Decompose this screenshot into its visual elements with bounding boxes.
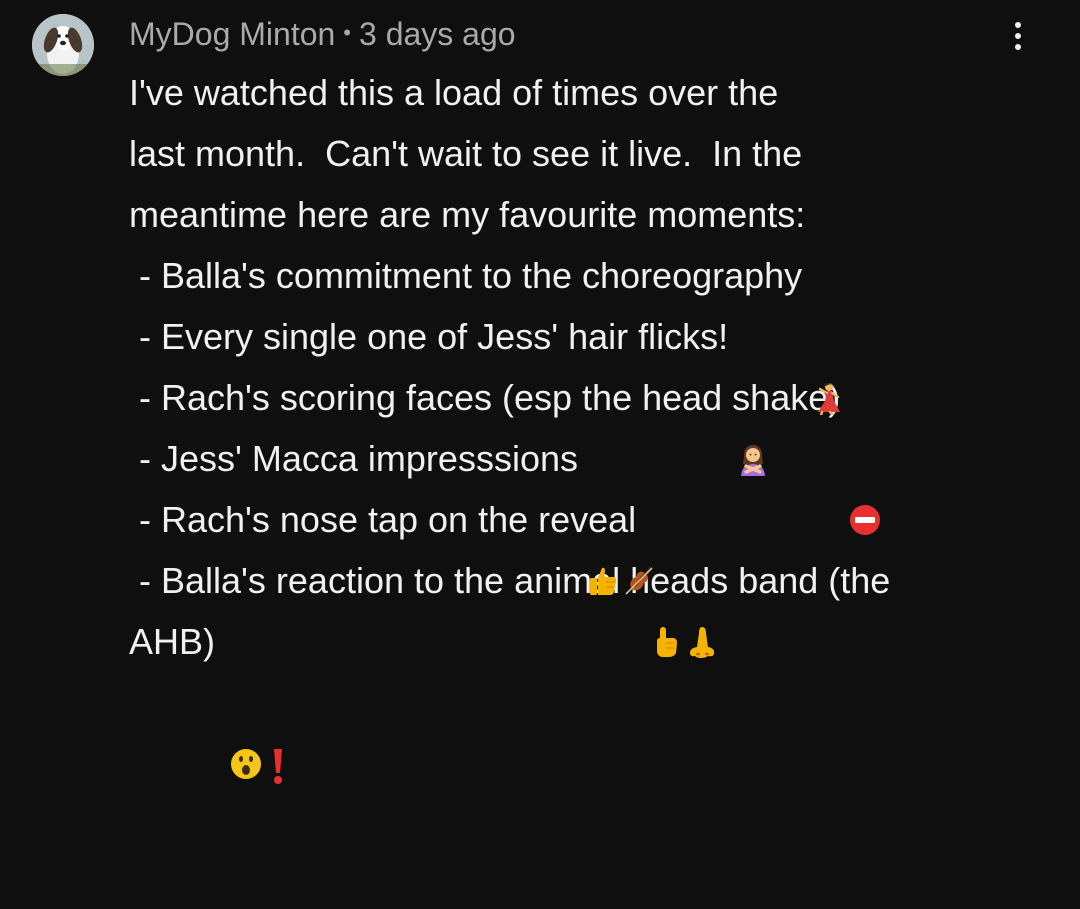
line-text: - Rach's nose tap on the reveal — [129, 499, 637, 540]
separator-dot: • — [343, 20, 351, 45]
line-text: - Jess' Macca impresssions — [129, 438, 578, 479]
person-gesturing-no-emoji-icon — [736, 320, 770, 476]
kebab-dot — [1015, 22, 1021, 28]
comment-line: - Rach's scoring faces (esp the head sha… — [129, 367, 1029, 535]
red-exclamation-emoji-icon — [267, 625, 289, 784]
astonished-face-emoji-icon — [229, 625, 263, 779]
thumbs-up-emoji-icon — [586, 442, 620, 595]
comment-timestamp[interactable]: 3 days ago — [359, 16, 516, 53]
line-text: - Every single one of Jess' hair flicks! — [129, 316, 729, 357]
comment-line: meantime here are my favourite moments: — [129, 184, 1029, 245]
violin-emoji-icon — [622, 442, 656, 595]
pointing-up-emoji-icon — [648, 503, 682, 657]
kebab-dot — [1015, 44, 1021, 50]
comment-header: MyDog Minton • 3 days ago — [129, 14, 516, 54]
dog-avatar-icon — [32, 14, 94, 76]
comment-line: - Balla's reaction to the animal heads b… — [129, 550, 1029, 611]
dancer-emoji-icon — [810, 259, 844, 415]
line-text: last month. Can't wait to see it live. I… — [129, 133, 803, 174]
line-text: meantime here are my favourite moments: — [129, 194, 806, 235]
line-text: AHB) — [129, 621, 216, 662]
comment-thread-item: MyDog Minton • 3 days ago I've watched t… — [0, 0, 1080, 784]
author-name[interactable]: MyDog Minton — [129, 16, 335, 53]
comment-line: I've watched this a load of times over t… — [129, 62, 1029, 123]
comment-text: I've watched this a load of times over t… — [129, 62, 1029, 784]
line-text: - Rach's scoring faces (esp the head sha… — [129, 377, 841, 418]
author-avatar[interactable] — [32, 14, 94, 76]
nose-emoji-icon — [686, 503, 720, 658]
comment-line: last month. Can't wait to see it live. I… — [129, 123, 1029, 184]
comment-line: - Every single one of Jess' hair flicks! — [129, 306, 1029, 476]
line-text: - Balla's commitment to the choreography — [129, 255, 803, 296]
kebab-dot — [1015, 33, 1021, 39]
comment-line: - Rach's nose tap on the reveal — [129, 489, 1029, 658]
no-entry-emoji-icon — [848, 381, 882, 535]
comment-line: - Balla's commitment to the choreography — [129, 245, 1029, 415]
line-text: I've watched this a load of times over t… — [129, 72, 779, 113]
more-vert-icon[interactable] — [1000, 16, 1036, 56]
